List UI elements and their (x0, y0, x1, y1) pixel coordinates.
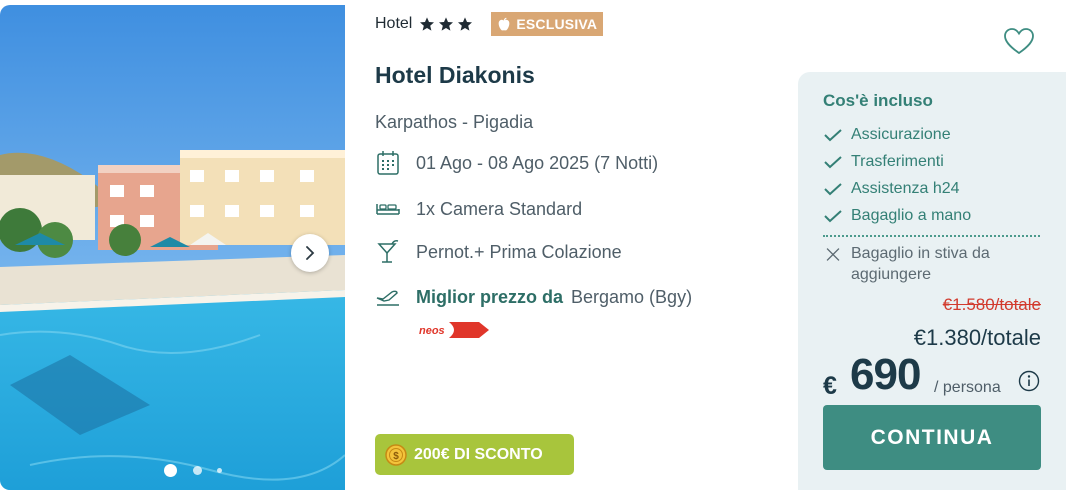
excluded-item-label: Bagaglio in stiva da (851, 245, 990, 262)
exclusive-badge: ESCLUSIVA (491, 12, 604, 36)
hotel-type: Hotel (375, 15, 413, 32)
check-icon (824, 128, 842, 141)
hotel-name[interactable]: Hotel Diakonis (375, 62, 535, 89)
calendar-icon (377, 151, 399, 175)
plane-icon (376, 290, 399, 306)
price-panel: Cos'è incluso Assicurazione Trasferiment… (798, 72, 1066, 490)
apple-icon (499, 17, 510, 30)
included-item: Bagaglio a mano (823, 202, 971, 229)
currency-symbol: € (823, 372, 837, 400)
airline-name: neos (419, 325, 445, 337)
favorite-button[interactable] (1003, 27, 1035, 55)
best-price-row: Miglior prezzo da Bergamo (Bgy) (375, 284, 692, 310)
carousel-dot-active[interactable] (164, 464, 177, 477)
departure-airport: Bergamo (Bgy) (571, 286, 693, 307)
included-item-label: Assistenza h24 (851, 179, 960, 197)
board-type: Pernot.+ Prima Colazione (416, 241, 622, 262)
offer-card[interactable]: Hotel ESCLUSIVA Hotel Diakonis Karpathos… (0, 0, 1066, 490)
airline-logo: neos (419, 318, 491, 347)
hotel-photo[interactable] (0, 5, 345, 490)
exclusive-badge-label: ESCLUSIVA (516, 16, 598, 32)
per-person-amount: 690 (850, 350, 921, 399)
hotel-type-row: Hotel ESCLUSIVA (375, 12, 604, 36)
info-icon[interactable] (1018, 370, 1040, 392)
room-row: 1x Camera Standard (375, 196, 582, 222)
star-icon (420, 17, 435, 31)
travel-dates: 01 Ago - 08 Ago 2025 (7 Notti) (416, 152, 659, 173)
check-icon (824, 182, 842, 195)
heart-icon (1004, 28, 1034, 55)
hotel-location: Karpathos - Pigadia (375, 112, 534, 132)
bed-icon (376, 204, 400, 215)
cocktail-icon (377, 240, 399, 263)
included-item-label: Assicurazione (851, 125, 951, 143)
carousel-dot[interactable] (193, 466, 202, 475)
included-list: Assicurazione Trasferimenti Assistenza h… (823, 121, 971, 229)
check-icon (824, 209, 842, 222)
per-person-label: / persona (934, 379, 1001, 396)
included-item: Assicurazione (823, 121, 971, 148)
carousel-dot[interactable] (217, 468, 222, 473)
included-item: Trasferimenti (823, 148, 971, 175)
per-person-price: € 690 / persona (823, 350, 1040, 400)
included-item-label: Bagaglio a mano (851, 206, 972, 224)
hotel-info: Hotel ESCLUSIVA Hotel Diakonis Karpathos… (375, 0, 785, 490)
chevron-right-icon (306, 246, 315, 260)
star-rating (419, 16, 473, 32)
star-icon (458, 17, 473, 31)
included-item: Assistenza h24 (823, 175, 971, 202)
included-title: Cos'è incluso (823, 91, 933, 110)
excluded-item-label: aggiungere (851, 266, 932, 283)
coin-icon: $ (385, 443, 407, 466)
board-row: Pernot.+ Prima Colazione (375, 239, 622, 265)
included-item-label: Trasferimenti (851, 152, 944, 170)
carousel-next-button[interactable] (291, 234, 329, 272)
discount-badge: $ 200€ DI SCONTO (375, 434, 574, 475)
continue-button[interactable]: CONTINUA (823, 405, 1041, 470)
star-icon (439, 17, 454, 31)
check-icon (824, 155, 842, 168)
total-price: €1.380/totale (913, 325, 1041, 350)
divider (823, 235, 1040, 237)
excluded-item: Bagaglio in stiva da aggiungere (823, 243, 990, 285)
carousel-dots (164, 464, 222, 477)
discount-label: 200€ DI SCONTO (414, 445, 543, 463)
svg-text:$: $ (393, 451, 399, 462)
cross-icon (826, 248, 840, 261)
room-type: 1x Camera Standard (416, 198, 583, 219)
old-total-price: €1.580/totale (942, 295, 1041, 314)
dates-row: 01 Ago - 08 Ago 2025 (7 Notti) (375, 150, 658, 176)
best-price-label: Miglior prezzo da (416, 286, 564, 307)
